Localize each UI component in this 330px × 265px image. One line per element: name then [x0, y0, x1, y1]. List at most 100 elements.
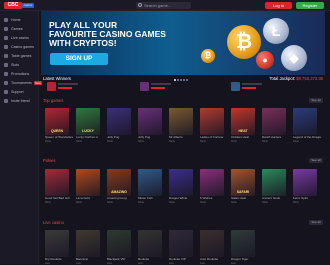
sidebar-item-6[interactable]: Promotions	[0, 70, 39, 78]
game-provider: Slots	[293, 201, 299, 204]
casino-logo[interactable]: CBC casino	[4, 2, 34, 9]
jackpot-label: Total Jackpot:	[269, 76, 296, 81]
game-card[interactable]: Dragon Tiger Live	[231, 230, 255, 265]
game-card[interactable]: Lava Gold Slots	[76, 169, 100, 204]
sidebar-item-label: Slots	[11, 63, 19, 67]
game-card[interactable]: Roulette VIP Live	[169, 230, 193, 265]
sidebar-item-5[interactable]: Slots	[0, 61, 39, 69]
game-card[interactable]: Mr Alberto Slots	[169, 108, 193, 143]
sidebar-item-7[interactable]: Tournaments New	[0, 79, 42, 87]
game-name: Dip Roulette	[45, 258, 62, 261]
game-card[interactable]: HEAT Chicken Heat Slots	[231, 108, 255, 143]
game-card[interactable]: Mister Fish Slots	[138, 169, 162, 204]
winner-item[interactable]	[140, 82, 174, 91]
game-name: Lucky Northen 2	[76, 136, 98, 139]
game-name: Queen of Wonderland	[45, 136, 73, 139]
game-thumb-title: QUEEN	[50, 129, 64, 133]
game-name: Safari Heat	[231, 197, 247, 200]
gift-icon	[4, 72, 8, 76]
game-provider: Slots	[262, 140, 268, 143]
sidebar-item-2[interactable]: Live casino	[0, 34, 39, 42]
game-provider: Slots	[107, 201, 113, 204]
game-card[interactable]: Auto Roulette Live	[200, 230, 224, 265]
game-thumb-title: LUCKY	[82, 129, 94, 133]
see-all-pokies-button[interactable]: See all	[309, 158, 323, 163]
game-card[interactable]: SAFARI Safari Heat Slots	[231, 169, 255, 204]
game-card[interactable]: Blackjack VIP Live	[107, 230, 131, 265]
register-button[interactable]: Register	[296, 2, 324, 9]
game-card[interactable]: 5 Wishes Slots	[200, 169, 224, 204]
game-thumb-title: SAFARI	[236, 190, 250, 194]
game-name: Blackjack VIP	[107, 258, 126, 261]
red-coin-icon: ●	[256, 51, 274, 69]
see-all-live-casino-button[interactable]: See all	[309, 220, 323, 225]
game-thumbnail	[169, 108, 193, 135]
sidebar: Home Games Live casino Casino games Table ga…	[0, 11, 42, 264]
search-icon	[138, 3, 142, 7]
game-card[interactable]: Roulette Live	[138, 230, 162, 265]
jackpot-value: $9,750,373.36	[296, 76, 323, 81]
game-thumb-title: HEAT	[238, 129, 248, 133]
game-name: Auto Roulette	[200, 258, 219, 261]
game-thumbnail: LUCKY	[76, 108, 100, 135]
home-icon	[4, 18, 8, 22]
sidebar-item-3[interactable]: Casino games	[0, 43, 39, 51]
game-thumbnail	[200, 169, 224, 196]
game-card[interactable]: Fenix Spirit Slots	[293, 169, 317, 204]
promo-banner[interactable]: PLAY ALL YOUR FAVOURITE CASINO GAMES WIT…	[41, 11, 325, 75]
game-thumbnail: QUEEN	[45, 108, 69, 135]
game-provider: Slots	[45, 140, 51, 143]
game-card[interactable]: Ancient Gods Slots	[262, 169, 286, 204]
game-provider: Slots	[45, 201, 51, 204]
game-provider: Slots	[169, 140, 175, 143]
game-card[interactable]: Good Girl Bad Girl Slots	[45, 169, 70, 204]
sidebar-item-label: Home	[11, 18, 21, 22]
slots-icon	[4, 63, 8, 67]
winner-item[interactable]	[231, 82, 265, 91]
game-provider: Slots	[200, 201, 206, 204]
game-name: Legend of the Dragons	[293, 136, 321, 139]
sidebar-item-4[interactable]: Table games	[0, 52, 39, 60]
banner-pagination[interactable]	[174, 68, 194, 81]
game-card[interactable]: Legend of the Dragons Slots	[293, 108, 321, 143]
game-card[interactable]: Jolly Pug Slots	[138, 108, 162, 143]
latest-winners-title: Latest Winners	[43, 76, 71, 81]
game-name: Dragon White	[169, 197, 188, 200]
user-icon	[4, 99, 8, 103]
game-card[interactable]: LUCKY Lucky Northen 2 Slots	[76, 108, 100, 143]
sign-up-button[interactable]: SIGN UP	[50, 53, 108, 65]
logo-sub: casino	[22, 3, 34, 8]
section-title-top-games: Top games	[43, 98, 64, 103]
search-input[interactable]: Search game...	[136, 2, 191, 9]
game-provider: Slots	[231, 201, 237, 204]
winner-item[interactable]	[47, 82, 81, 91]
latest-winners-bar: Latest Winners Total Jackpot: $9,750,373…	[41, 76, 325, 92]
game-thumbnail	[45, 230, 69, 257]
game-provider: Slots	[262, 201, 268, 204]
game-card[interactable]: Ladies of Fortune Slots	[200, 108, 224, 143]
game-thumbnail	[76, 169, 100, 196]
game-card[interactable]: Dip Roulette Live	[45, 230, 69, 265]
section-title-pokies: Pokies	[43, 158, 56, 163]
sidebar-item-1[interactable]: Games	[0, 25, 39, 33]
game-name: Jolly Pug	[138, 136, 151, 139]
game-card[interactable]: AMAZING Amazing Kong Slots	[107, 169, 131, 204]
winner-game-thumb	[47, 82, 56, 91]
sidebar-item-9[interactable]: Invite friend	[0, 97, 39, 105]
game-name: Fenix Spirit	[293, 197, 309, 200]
game-card[interactable]: Dwarf Hunters Slots	[262, 108, 286, 143]
game-card[interactable]: Dragon White Slots	[169, 169, 193, 204]
game-name: Ancient Gods	[262, 197, 281, 200]
table-icon	[4, 54, 8, 58]
login-button[interactable]: Log in	[265, 2, 292, 9]
search-placeholder: Search game...	[144, 3, 172, 8]
game-card[interactable]: Baccarat Live	[76, 230, 100, 265]
sidebar-item-0[interactable]: Home	[0, 16, 39, 24]
game-card[interactable]: Jolly Pug Slots	[107, 108, 131, 143]
game-name: Amazing Kong	[107, 197, 127, 200]
game-name: Good Girl Bad Girl	[45, 197, 70, 200]
game-thumbnail: AMAZING	[107, 169, 131, 196]
game-card[interactable]: QUEEN Queen of Wonderland Slots	[45, 108, 73, 143]
see-all-top-games-button[interactable]: See all	[309, 98, 323, 103]
sidebar-item-8[interactable]: Support	[0, 88, 39, 96]
